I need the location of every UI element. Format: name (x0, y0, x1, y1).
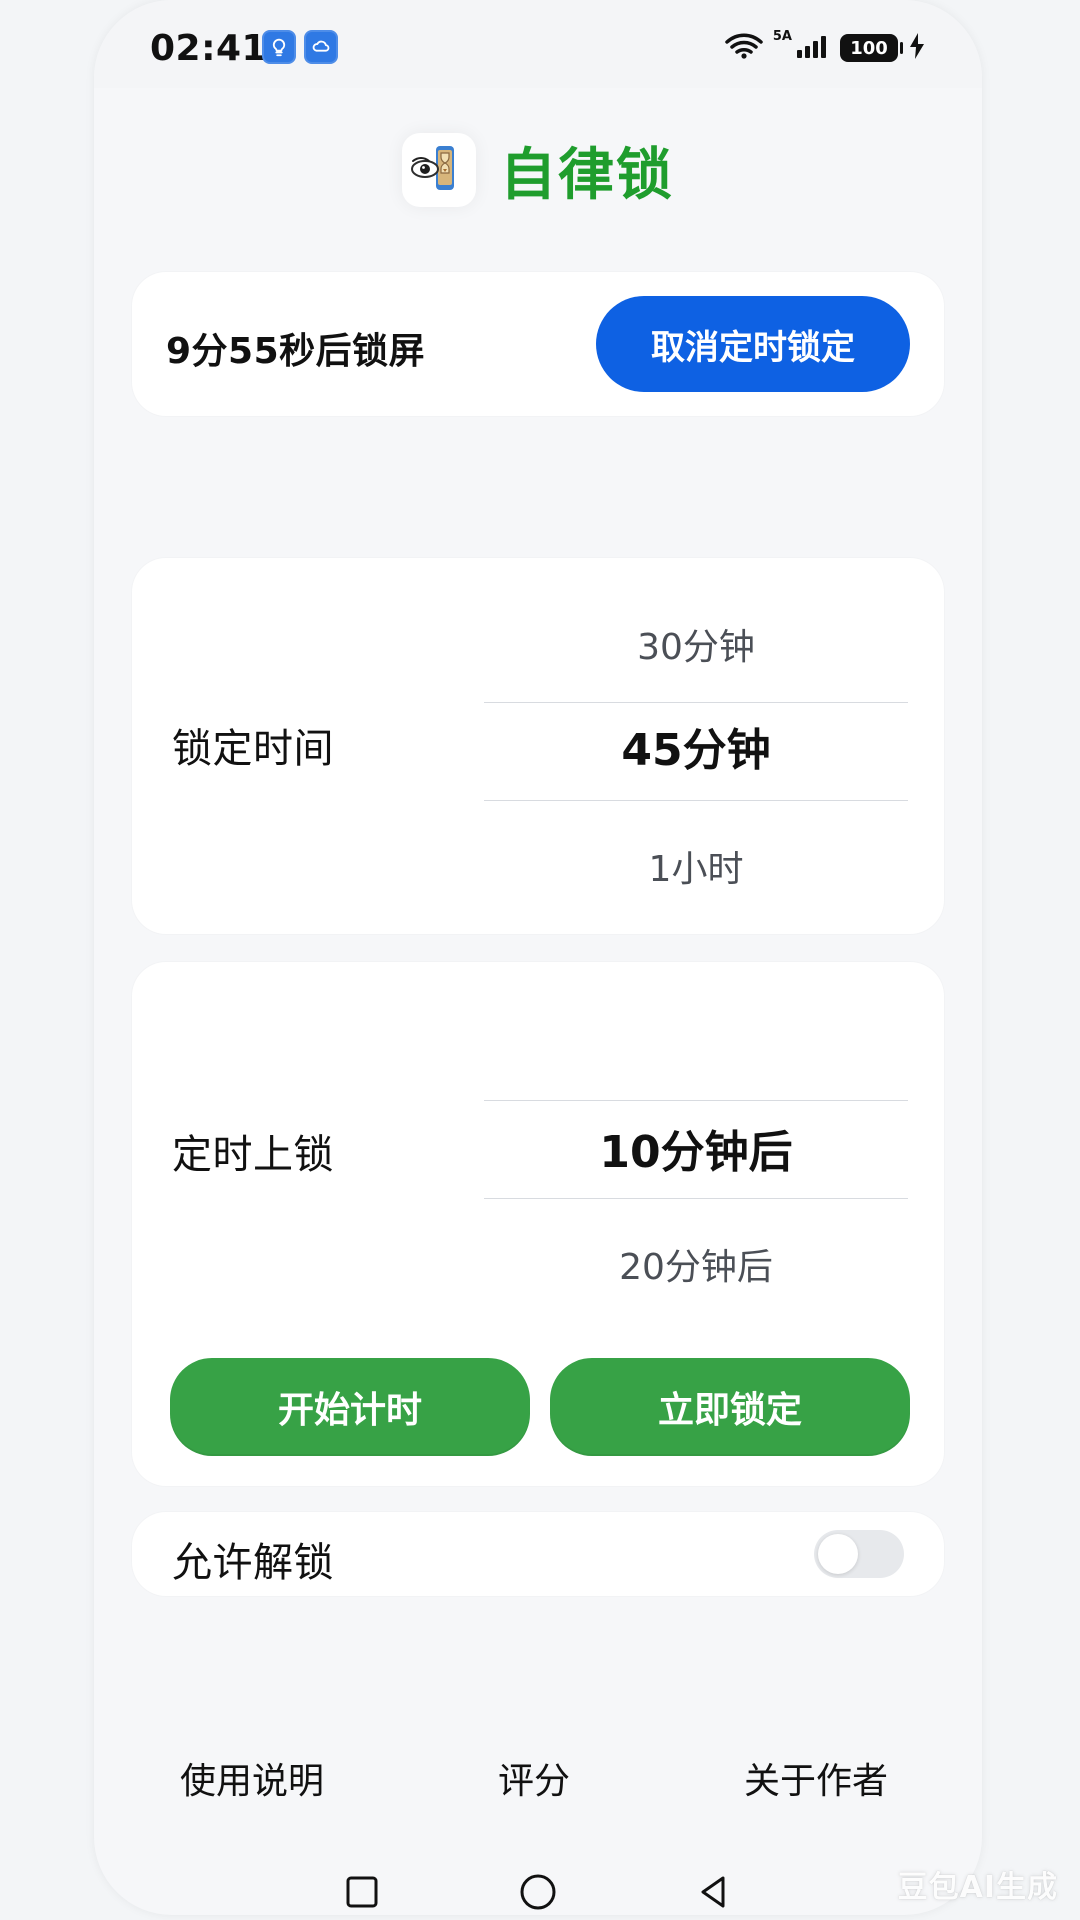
footer-links: 使用说明 评分 关于作者 (94, 1752, 982, 1812)
circle-icon[interactable] (514, 1868, 562, 1915)
lightning-icon (908, 32, 926, 64)
status-bar: 02:41 5A 100 (94, 0, 982, 88)
app-title: 自律锁 (500, 142, 674, 208)
lock-duration-card: 锁定时间 30分钟 45分钟 1小时 (132, 558, 944, 934)
system-navigation-bar (94, 1858, 982, 1915)
countdown-card: 9分55秒后锁屏 取消定时锁定 (132, 272, 944, 416)
cancel-timer-button[interactable]: 取消定时锁定 (596, 296, 910, 392)
timed-lock-card: 定时上锁 10分钟后 20分钟后 开始计时 立即锁定 (132, 962, 944, 1486)
lock-duration-option-above[interactable]: 30分钟 (484, 618, 908, 670)
allow-unlock-card: 允许解锁 (132, 1512, 944, 1596)
cloud-icon (304, 30, 338, 64)
square-icon[interactable] (338, 1868, 386, 1915)
status-time: 02:41 (150, 28, 268, 69)
toggle-knob (818, 1534, 858, 1574)
timed-lock-label: 定时上锁 (172, 1132, 334, 1178)
watermark: 豆包AI生成 (897, 1870, 1058, 1905)
battery-indicator: 100 (840, 34, 903, 62)
allow-unlock-toggle[interactable] (814, 1530, 904, 1578)
countdown-text: 9分55秒后锁屏 (166, 331, 426, 372)
lock-now-button[interactable]: 立即锁定 (550, 1358, 910, 1456)
start-timer-button[interactable]: 开始计时 (170, 1358, 530, 1456)
lock-duration-label: 锁定时间 (172, 726, 334, 772)
about-author-link[interactable]: 关于作者 (744, 1752, 888, 1804)
lock-duration-divider-bottom (484, 800, 908, 801)
timed-lock-option-below[interactable]: 20分钟后 (484, 1238, 908, 1290)
lock-duration-option-below[interactable]: 1小时 (484, 840, 908, 892)
triangle-back-icon[interactable] (690, 1868, 738, 1915)
rate-link[interactable]: 评分 (498, 1752, 570, 1804)
instructions-link[interactable]: 使用说明 (180, 1752, 324, 1804)
status-right-group: 5A 100 (725, 28, 926, 66)
lock-duration-picker[interactable]: 30分钟 45分钟 1小时 (484, 592, 908, 892)
eye-hourglass-icon (402, 133, 476, 207)
signal-icon (796, 32, 830, 64)
wifi-icon (725, 32, 763, 64)
phone-screen: 02:41 5A 100 自律锁 9分55秒后锁屏 取消定时锁定 锁定时间 30… (94, 0, 982, 1915)
timed-lock-picker[interactable]: 10分钟后 20分钟后 (484, 996, 908, 1296)
allow-unlock-label: 允许解锁 (172, 1540, 334, 1586)
timed-lock-divider-bottom (484, 1198, 908, 1199)
app-header: 自律锁 (94, 124, 982, 216)
timed-lock-option-selected[interactable]: 10分钟后 (484, 1116, 908, 1180)
timed-lock-divider-top (484, 1100, 908, 1101)
lock-duration-option-selected[interactable]: 45分钟 (484, 714, 908, 778)
lightbulb-icon (262, 30, 296, 64)
lock-duration-divider-top (484, 702, 908, 703)
network-label: 5A (772, 28, 792, 44)
